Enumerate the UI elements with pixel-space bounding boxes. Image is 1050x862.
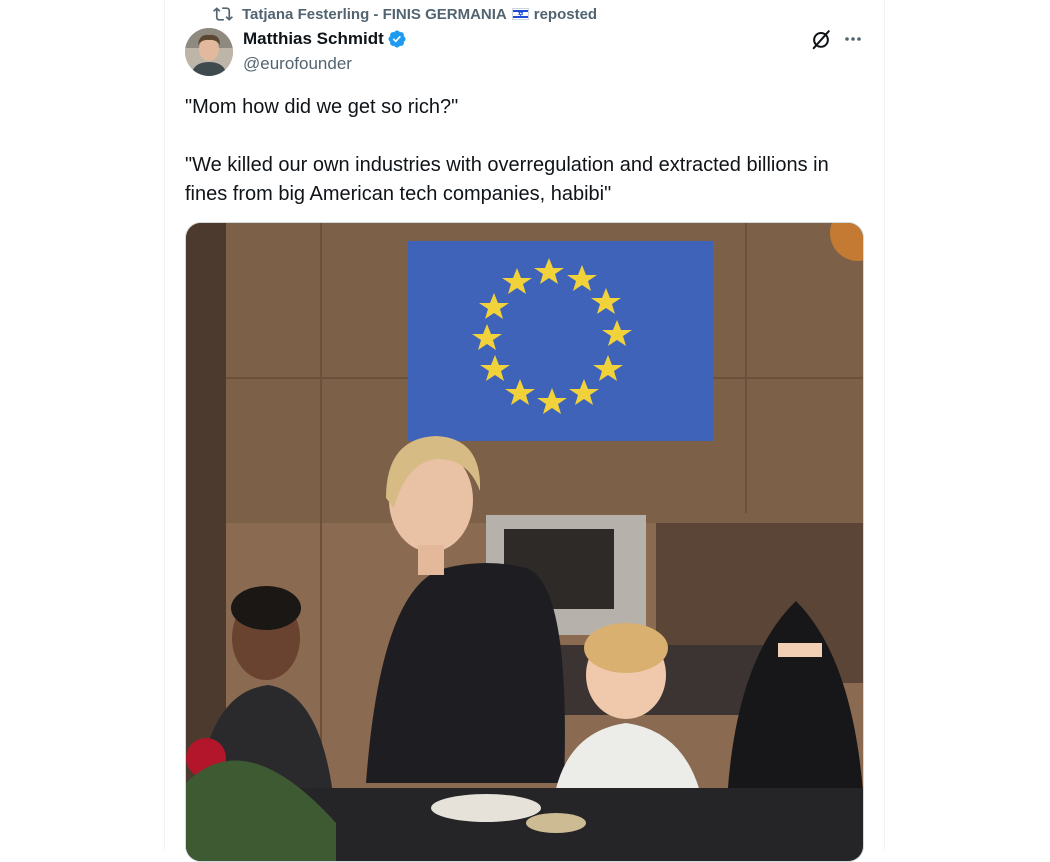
author-display-name[interactable]: Matthias Schmidt bbox=[243, 29, 384, 49]
timeline-column: Tatjana Festerling - FINIS GERMANIA ✡ re… bbox=[164, 0, 885, 862]
israel-flag-icon: ✡ bbox=[511, 8, 529, 20]
tweet-text: "Mom how did we get so rich?" "We killed… bbox=[185, 96, 829, 205]
reposted-label: reposted bbox=[533, 5, 598, 23]
grok-icon[interactable] bbox=[810, 28, 832, 50]
reposter-name[interactable]: Tatjana Festerling - FINIS GERMANIA bbox=[242, 6, 507, 23]
repost-icon bbox=[213, 4, 233, 24]
author-name-row[interactable]: Matthias Schmidt bbox=[243, 29, 407, 49]
tweet-media-photo[interactable] bbox=[185, 222, 864, 862]
verified-badge-icon[interactable] bbox=[387, 29, 407, 49]
author-handle[interactable]: @eurofounder bbox=[243, 54, 352, 74]
repost-indicator[interactable]: Tatjana Festerling - FINIS GERMANIA ✡ re… bbox=[213, 4, 597, 24]
avatar[interactable] bbox=[185, 28, 233, 76]
more-icon[interactable] bbox=[843, 29, 863, 49]
